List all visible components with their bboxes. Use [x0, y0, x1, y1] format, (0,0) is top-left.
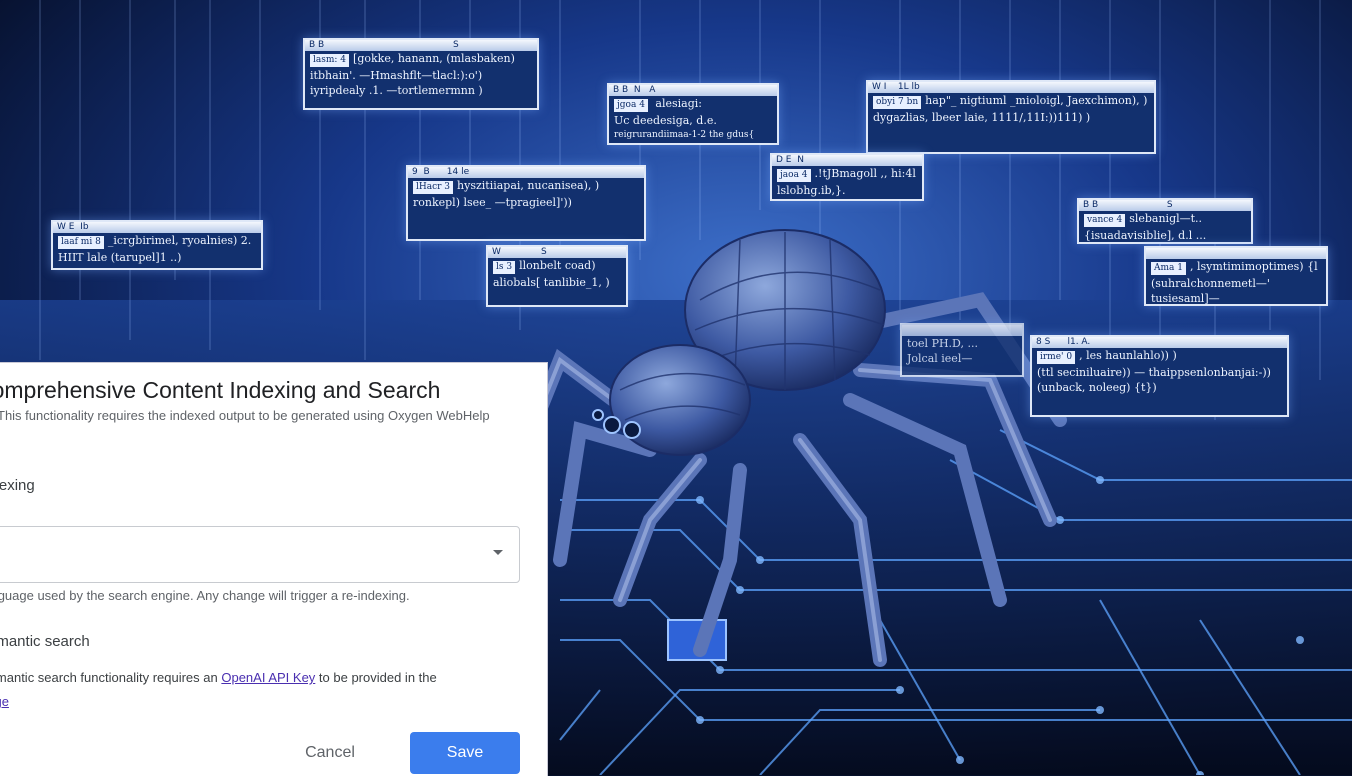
- floating-code-window: B B S vance 4 slebanigl—t.. {isuadavisibl…: [1077, 198, 1253, 244]
- spider-eye-icon: [603, 416, 621, 434]
- semantic-search-section-label: Semantic search: [0, 633, 90, 650]
- dialog-subtitle: This functionality requires the indexed …: [0, 408, 490, 423]
- semantic-help-prefix: Semantic search functionality requires a…: [0, 670, 222, 685]
- openai-api-key-link[interactable]: OpenAI API Key: [221, 670, 315, 685]
- indexing-language-select[interactable]: [0, 526, 520, 583]
- floating-code-window: W E Ib laaf mi 8 _icrgbirimel, ryoalnies)…: [51, 220, 263, 270]
- floating-code-window: 9 B 14 le lHacr 3 hyszitiiapai, nucanisea…: [406, 165, 646, 241]
- floating-code-window: toel PH.D, ... Jolcal ieel—: [900, 323, 1024, 377]
- save-button[interactable]: Save: [410, 732, 520, 774]
- search-settings-dialog: Comprehensive Content Indexing and Searc…: [0, 362, 548, 776]
- floating-code-window: Ama 1, lsymtimimoptimes) {l (suhralchonn…: [1144, 246, 1328, 306]
- indexing-help-text: Language used by the search engine. Any …: [0, 588, 410, 603]
- semantic-search-help-text: Semantic search functionality requires a…: [0, 670, 437, 685]
- dialog-title: Comprehensive Content Indexing and Searc…: [0, 377, 441, 403]
- settings-page-link[interactable]: page: [0, 694, 9, 709]
- chevron-down-icon[interactable]: [493, 550, 503, 555]
- floating-code-window: W I 1L lb obyi 7 bn hap"_ nigtiuml _miolo…: [866, 80, 1156, 154]
- floating-code-window: W S ls 3 llonbelt coad) aliobals[ tanlibi…: [486, 245, 628, 307]
- floating-code-window: B B S lasm: 4 [gokke, hanann, (mlasbaken)…: [303, 38, 539, 110]
- floating-code-window: D E N jaoa 4 .!tJBmagoll ,, hi:4l lslobhg…: [770, 153, 924, 201]
- floating-code-window: 8 S l1. A. irme' 0, les haunlahlo)) ) (t…: [1030, 335, 1289, 417]
- cancel-button[interactable]: Cancel: [290, 733, 370, 773]
- indexing-section-label: Indexing: [0, 477, 35, 494]
- floating-code-window: B B N A jgoa 4 alesiagi: Uc deedesiga, d…: [607, 83, 779, 145]
- semantic-help-suffix: to be provided in the: [315, 670, 437, 685]
